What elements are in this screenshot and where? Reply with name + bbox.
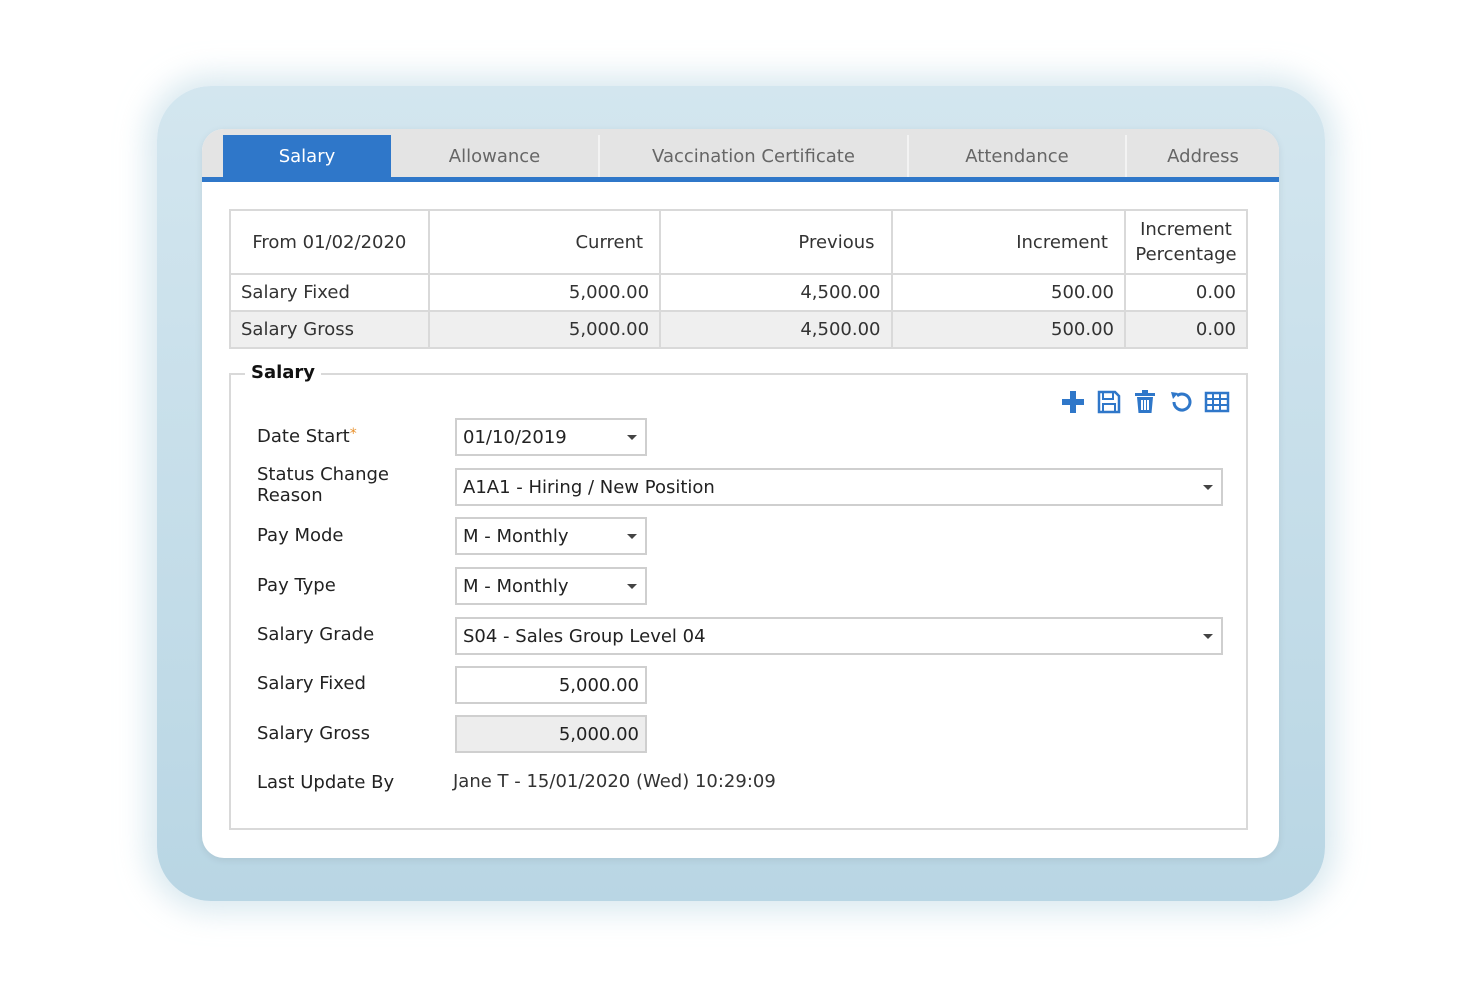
salary-gross-field: 5,000.00 xyxy=(455,715,647,753)
chevron-down-icon xyxy=(1203,634,1213,639)
table-cell: 5,000.00 xyxy=(427,273,662,312)
salary-summary-table: From 01/02/2020 Current Previous Increme… xyxy=(229,209,1249,349)
salary-grade-row: Salary Grade xyxy=(257,614,455,654)
table-cell: 4,500.00 xyxy=(659,310,893,349)
table-cell: 500.00 xyxy=(890,273,1126,312)
status-change-reason-select[interactable]: A1A1 - Hiring / New Position xyxy=(455,468,1223,506)
salary-gross-label: Salary Gross xyxy=(257,722,370,744)
table-cell: 0.00 xyxy=(1123,273,1249,312)
salary-fixed-input[interactable]: 5,000.00 xyxy=(455,666,647,704)
last-update-value: Jane T - 15/01/2020 (Wed) 10:29:09 xyxy=(453,771,776,792)
form-toolbar xyxy=(1060,389,1230,415)
chevron-down-icon xyxy=(627,534,637,539)
salary-grade-select[interactable]: S04 - Sales Group Level 04 xyxy=(455,617,1223,655)
table-header-row: From 01/02/2020 Current Previous Increme… xyxy=(229,209,1249,275)
chevron-down-icon xyxy=(1203,485,1213,490)
salary-fixed-label: Salary Fixed xyxy=(257,672,366,694)
salary-fixed-row: Salary Fixed xyxy=(257,663,455,703)
tab-bar: Salary Allowance Vaccination Certificate… xyxy=(202,129,1279,177)
table-cell: 4,500.00 xyxy=(659,273,893,312)
last-update-label: Last Update By xyxy=(257,771,395,793)
tab-allowance[interactable]: Allowance xyxy=(391,135,600,177)
add-icon[interactable] xyxy=(1060,389,1086,415)
column-header: Increment Percentage xyxy=(1123,209,1249,275)
table-cell: Salary Gross xyxy=(229,310,430,349)
column-header: From 01/02/2020 xyxy=(229,209,430,275)
pay-mode-label: Pay Mode xyxy=(257,524,344,546)
required-marker: * xyxy=(349,425,357,442)
status-change-reason-row: Status Change Reason xyxy=(257,464,455,506)
table-cell: 500.00 xyxy=(890,310,1126,349)
pay-type-row: Pay Type xyxy=(257,565,455,605)
employee-salary-panel: Salary Allowance Vaccination Certificate… xyxy=(202,129,1279,858)
table-cell: 0.00 xyxy=(1123,310,1249,349)
table-cell: Salary Fixed xyxy=(229,273,430,312)
table-row[interactable]: Salary Gross 5,000.00 4,500.00 500.00 0.… xyxy=(229,310,1249,349)
column-header: Increment xyxy=(890,209,1126,275)
delete-icon[interactable] xyxy=(1132,389,1158,415)
pay-type-select[interactable]: M - Monthly xyxy=(455,567,647,605)
date-start-select[interactable]: 01/10/2019 xyxy=(455,418,647,456)
salary-gross-row: Salary Gross xyxy=(257,713,455,753)
column-header: Previous xyxy=(659,209,893,275)
group-title: Salary xyxy=(245,362,322,383)
pay-mode-select[interactable]: M - Monthly xyxy=(455,517,647,555)
tab-attendance[interactable]: Attendance xyxy=(909,135,1127,177)
date-start-row: Date Start* xyxy=(257,416,455,456)
tab-salary[interactable]: Salary xyxy=(223,135,391,177)
pay-type-label: Pay Type xyxy=(257,574,336,596)
pay-mode-row: Pay Mode xyxy=(257,515,455,555)
table-cell: 5,000.00 xyxy=(427,310,662,349)
column-header: Current xyxy=(427,209,662,275)
save-icon[interactable] xyxy=(1096,389,1122,415)
salary-grade-label: Salary Grade xyxy=(257,623,375,645)
undo-icon[interactable] xyxy=(1168,389,1194,415)
chevron-down-icon xyxy=(627,584,637,589)
tab-address[interactable]: Address xyxy=(1127,135,1279,177)
last-update-row: Last Update By xyxy=(257,762,455,802)
tab-vaccination-certificate[interactable]: Vaccination Certificate xyxy=(600,135,909,177)
grid-icon[interactable] xyxy=(1204,389,1230,415)
salary-form-group: Salary Date Start* 01/10/2019 Status Cha… xyxy=(229,362,1248,830)
tab-underline xyxy=(202,177,1279,182)
table-row[interactable]: Salary Fixed 5,000.00 4,500.00 500.00 0.… xyxy=(229,273,1249,312)
date-start-label: Date Start* xyxy=(257,425,357,447)
status-change-reason-label: Status Change Reason xyxy=(257,464,389,506)
chevron-down-icon xyxy=(627,435,637,440)
